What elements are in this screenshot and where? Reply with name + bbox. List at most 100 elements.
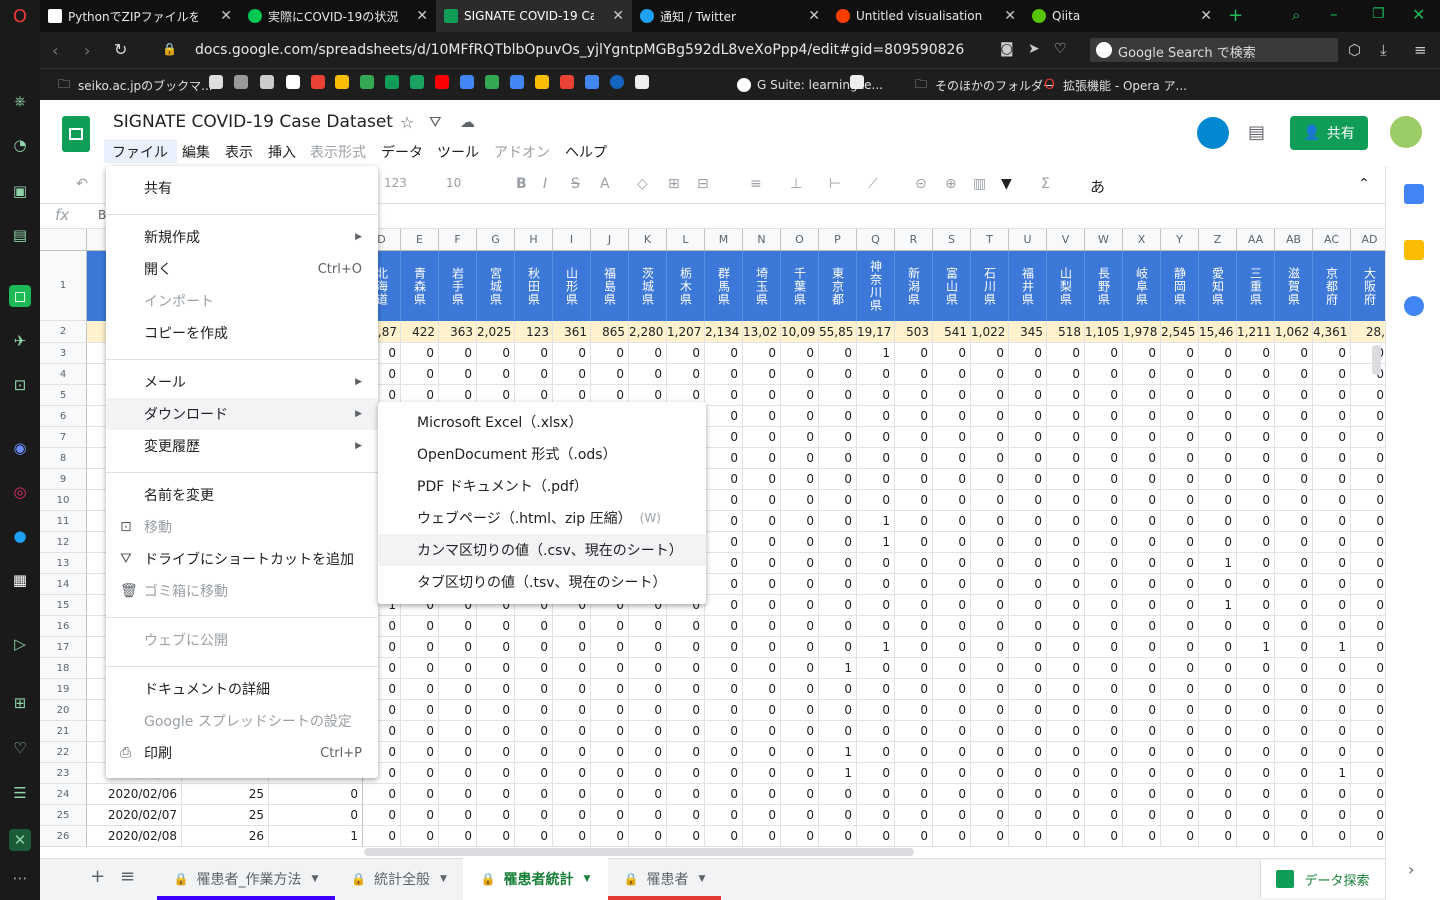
formula-content[interactable]: B <box>98 208 106 222</box>
collapse-icon[interactable]: ⌃ <box>1358 176 1370 192</box>
file-menu-item[interactable]: Google スプレッドシートの設定 <box>106 705 378 737</box>
grid-cell[interactable]: 0 <box>781 364 819 385</box>
grid-cell[interactable]: 0 <box>743 721 781 742</box>
grid-cell[interactable]: 0 <box>1351 343 1389 364</box>
grid-cell[interactable]: 0 <box>819 385 857 406</box>
file-menu-item[interactable]: ⛛ ドライブにショートカットを追加 <box>106 543 378 575</box>
grid-cell[interactable]: 0 <box>439 616 477 637</box>
grid-cell[interactable]: 0 <box>1275 574 1313 595</box>
grid-cell[interactable]: 0 <box>857 364 895 385</box>
grid-cell[interactable]: 0 <box>401 343 439 364</box>
grid-cell[interactable]: 0 <box>1237 658 1275 679</box>
column-header[interactable]: W <box>1085 229 1123 251</box>
grid-cell[interactable]: 0 <box>933 742 971 763</box>
grid-cell[interactable]: 0 <box>1123 616 1161 637</box>
grid-cell[interactable]: 0 <box>971 343 1009 364</box>
zoom-value[interactable]: 123 <box>384 176 407 190</box>
all-sheets-icon[interactable]: ≡ <box>120 866 135 887</box>
grid-cell[interactable]: 0 <box>1199 679 1237 700</box>
row-header[interactable]: 17 <box>40 637 87 658</box>
grid-cell[interactable]: 0 <box>743 658 781 679</box>
grid-cell[interactable]: 0 <box>1161 364 1199 385</box>
grid-cell[interactable]: 0 <box>895 826 933 847</box>
grid-cell[interactable]: 0 <box>705 448 743 469</box>
grid-cell[interactable]: 0 <box>705 427 743 448</box>
grid-cell[interactable]: 0 <box>895 574 933 595</box>
grid-cell[interactable]: 0 <box>1123 658 1161 679</box>
grid-cell[interactable]: 0 <box>591 343 629 364</box>
grid-cell[interactable]: 0 <box>1313 658 1351 679</box>
file-menu-item[interactable]: メール ▶ <box>106 366 378 398</box>
grid-cell[interactable]: 0 <box>1123 343 1161 364</box>
prefecture-header[interactable]: 山形県 <box>553 251 591 321</box>
total-cell[interactable]: 1,207 <box>667 321 705 343</box>
grid-cell[interactable]: 0 <box>515 700 553 721</box>
grid-cell[interactable]: 0 <box>1275 616 1313 637</box>
grid-cell[interactable]: 0 <box>1351 574 1389 595</box>
row-header[interactable]: 13 <box>40 553 87 574</box>
grid-cell[interactable]: 0 <box>1313 784 1351 805</box>
grid-cell[interactable]: 0 <box>1313 532 1351 553</box>
grid-cell[interactable]: 0 <box>1047 427 1085 448</box>
grid-cell[interactable]: 0 <box>819 364 857 385</box>
grid-cell[interactable]: 0 <box>591 364 629 385</box>
grid-cell[interactable]: 0 <box>857 805 895 826</box>
row-header[interactable]: 5 <box>40 385 87 406</box>
grid-cell[interactable]: 0 <box>705 784 743 805</box>
grid-cell[interactable]: 0 <box>705 511 743 532</box>
move-icon[interactable]: ⛛ <box>429 113 442 131</box>
grid-cell[interactable]: 0 <box>477 721 515 742</box>
chart-icon[interactable]: ▥ <box>973 176 986 192</box>
grid-cell[interactable]: 0 <box>819 469 857 490</box>
row-header[interactable]: 12 <box>40 532 87 553</box>
grid-cell[interactable]: 0 <box>1047 805 1085 826</box>
grid-cell[interactable]: 0 <box>1275 805 1313 826</box>
merge-icon[interactable]: ⊟ <box>697 176 709 192</box>
total-cell[interactable]: 1,062 <box>1275 321 1313 343</box>
grid-cell[interactable]: 0 <box>439 763 477 784</box>
menu-insert[interactable]: 挿入 <box>268 142 296 162</box>
grid-cell[interactable]: 0 <box>1275 553 1313 574</box>
grid-cell[interactable]: 0 <box>971 637 1009 658</box>
grid-cell[interactable]: 0 <box>401 742 439 763</box>
total-cell[interactable]: 541 <box>933 321 971 343</box>
grid-cell[interactable]: 0 <box>857 385 895 406</box>
file-menu-item[interactable]: コピーを作成 <box>106 317 378 349</box>
grid-cell[interactable]: 0 <box>1085 826 1123 847</box>
grid-cell[interactable]: 0 <box>515 763 553 784</box>
column-header[interactable]: AB <box>1275 229 1313 251</box>
send-icon[interactable]: ➤ <box>1028 41 1040 57</box>
download-option[interactable]: PDF ドキュメント（.pdf） <box>378 470 706 502</box>
grid-cell[interactable]: 0 <box>1123 385 1161 406</box>
grid-cell[interactable]: 1 <box>819 742 857 763</box>
grid-cell[interactable]: 0 <box>1085 364 1123 385</box>
grid-cell[interactable]: 0 <box>477 637 515 658</box>
grid-cell[interactable]: 0 <box>667 679 705 700</box>
grid-cell[interactable]: 0 <box>401 637 439 658</box>
minimize-icon[interactable]: – <box>1330 5 1338 23</box>
italic-icon[interactable]: I <box>543 176 547 192</box>
grid-cell[interactable]: 0 <box>895 700 933 721</box>
grid-cell[interactable]: 0 <box>895 532 933 553</box>
grid-cell[interactable]: 0 <box>1161 784 1199 805</box>
grid-cell[interactable]: 0 <box>591 805 629 826</box>
grid-cell[interactable]: 0 <box>933 469 971 490</box>
date-cell[interactable]: 2020/02/08 <box>87 826 182 847</box>
grid-cell[interactable]: 0 <box>895 448 933 469</box>
grid-cell[interactable]: 0 <box>1161 616 1199 637</box>
grid-cell[interactable]: 0 <box>1237 469 1275 490</box>
column-header[interactable]: V <box>1047 229 1085 251</box>
grid-cell[interactable]: 0 <box>1009 658 1047 679</box>
column-header[interactable]: AA <box>1237 229 1275 251</box>
account-avatar[interactable] <box>1390 116 1422 148</box>
grid-cell[interactable]: 0 <box>819 343 857 364</box>
grid-cell[interactable]: 0 <box>1161 448 1199 469</box>
column-header[interactable]: Z <box>1199 229 1237 251</box>
grid-cell[interactable]: 0 <box>477 763 515 784</box>
grid-cell[interactable]: 0 <box>439 784 477 805</box>
grid-cell[interactable]: 0 <box>1351 490 1389 511</box>
total-cell[interactable]: 13,02 <box>743 321 781 343</box>
row-header[interactable]: 23 <box>40 763 87 784</box>
grid-cell[interactable]: 0 <box>1351 763 1389 784</box>
grid-cell[interactable]: 0 <box>743 574 781 595</box>
